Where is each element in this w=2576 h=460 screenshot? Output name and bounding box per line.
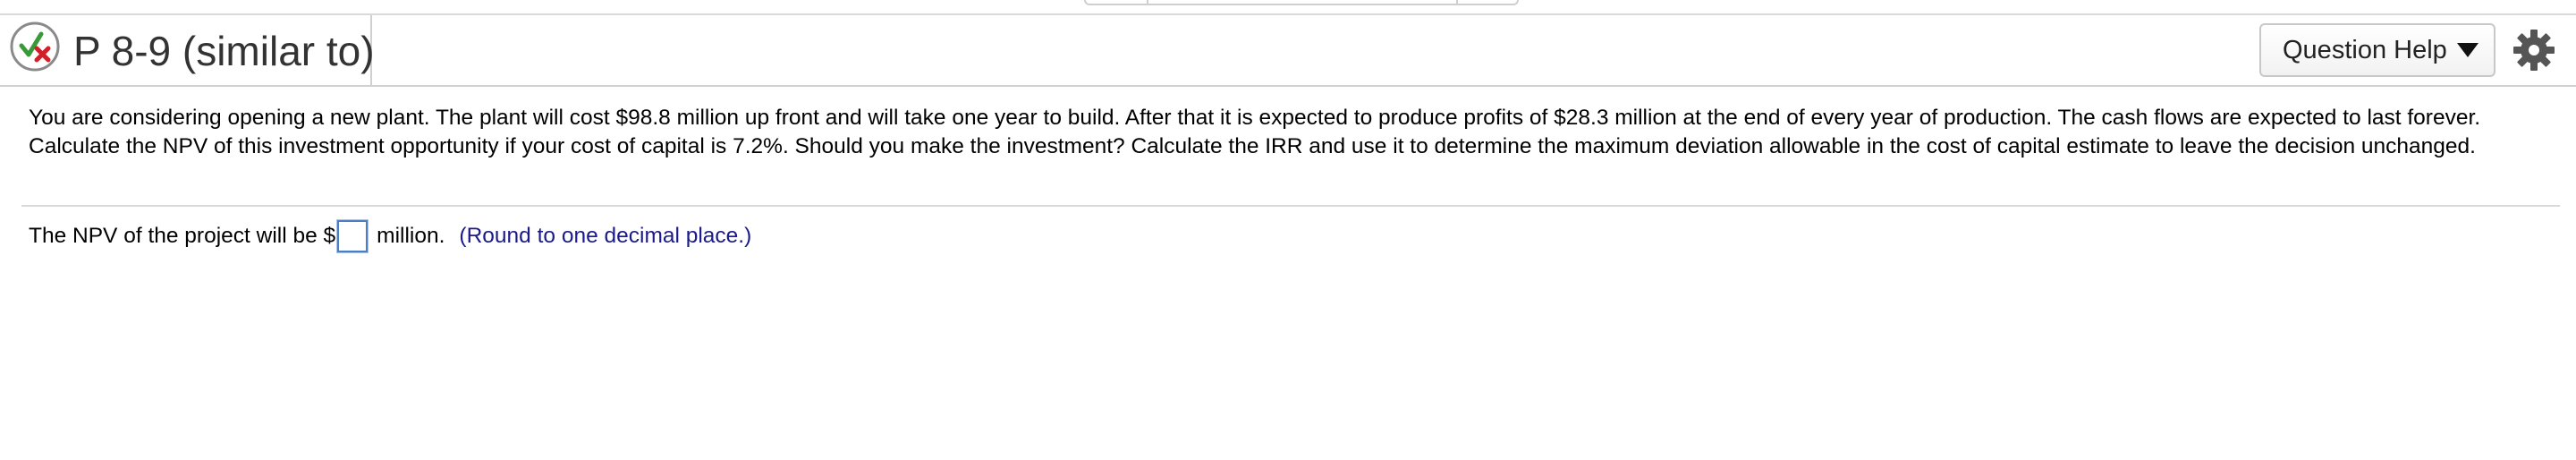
answer-suffix: million. [377, 224, 445, 248]
partial-credit-check-x-icon [10, 21, 60, 72]
answer-prefix: The NPV of the project will be $ [29, 224, 336, 248]
caret-down-icon [2456, 43, 2479, 57]
top-tab-middle[interactable] [1148, 0, 1459, 4]
answer-row: The NPV of the project will be $ million… [29, 219, 752, 253]
question-text: You are considering opening a new plant.… [29, 106, 2481, 158]
top-tab-strip [1084, 0, 1519, 5]
top-tab-left[interactable] [1086, 0, 1148, 4]
rounding-hint: (Round to one decimal place.) [459, 224, 752, 248]
page: P 8-9 (similar to) Question Help You are… [0, 0, 2576, 460]
question-help-button[interactable]: Question Help [2259, 23, 2496, 77]
title-box: P 8-9 (similar to) [70, 15, 375, 85]
question-header: P 8-9 (similar to) Question Help [0, 15, 2576, 87]
question-help-label: Question Help [2283, 35, 2447, 64]
page-title: P 8-9 (similar to) [73, 28, 375, 74]
npv-answer-input[interactable] [336, 219, 369, 253]
question-divider [21, 205, 2560, 207]
gear-icon[interactable] [2512, 28, 2556, 72]
top-tab-right[interactable] [1458, 0, 1517, 4]
